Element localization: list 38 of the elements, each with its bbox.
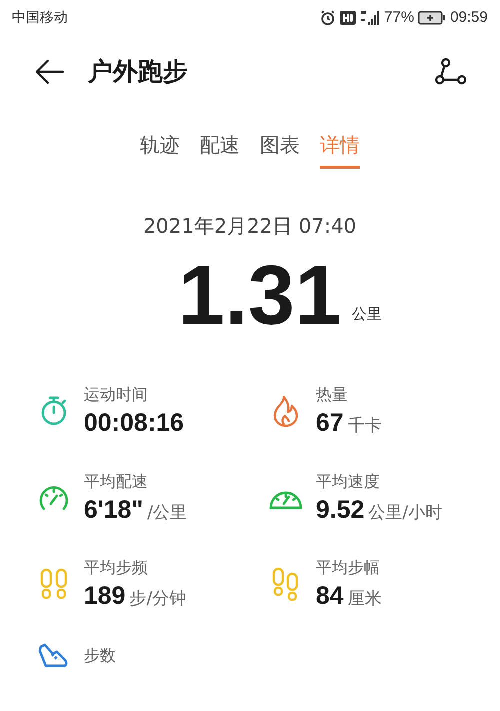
metric-value: 84 bbox=[316, 581, 344, 612]
battery-percentage: 77% bbox=[384, 8, 414, 28]
hd-icon bbox=[340, 11, 356, 25]
gauge-icon bbox=[38, 484, 70, 512]
distance-unit: 公里 bbox=[352, 304, 382, 324]
workout-date: 2021年2月22日 07:40 bbox=[143, 213, 357, 240]
flame-icon bbox=[272, 395, 300, 428]
page-title: 户外跑步 bbox=[88, 56, 188, 88]
metric-value: 189 bbox=[84, 581, 126, 612]
metric-value: 9.52 bbox=[316, 494, 365, 526]
metric-label: 平均步幅 bbox=[316, 557, 381, 579]
metric-unit: 千卡 bbox=[348, 415, 382, 438]
metric-unit: 公里/小时 bbox=[368, 502, 442, 524]
metric-unit: 步/分钟 bbox=[130, 588, 186, 611]
metric-label: 平均速度 bbox=[316, 470, 381, 492]
metric-unit: /公里 bbox=[148, 502, 188, 524]
tab[interactable]: 配速 bbox=[200, 130, 240, 169]
metric-label: 运动时间 bbox=[84, 384, 149, 406]
carrier-name: 中国移动 bbox=[12, 8, 68, 28]
metric-label: 热量 bbox=[316, 384, 349, 406]
metric-value: 67 bbox=[316, 408, 344, 439]
alarm-icon bbox=[320, 10, 336, 26]
metric-label: 步数 bbox=[84, 644, 116, 666]
metric-value: 00:08:16 bbox=[84, 408, 184, 440]
metric-label: 平均配速 bbox=[84, 470, 149, 492]
metric-unit: 厘米 bbox=[348, 588, 382, 611]
battery-charging-icon bbox=[418, 11, 446, 25]
metric-value: 6'18" bbox=[84, 494, 144, 526]
clock-time: 09:59 bbox=[450, 8, 488, 28]
metric-label: 平均步频 bbox=[84, 557, 149, 579]
signal-icon bbox=[360, 10, 380, 26]
shoe-icon bbox=[38, 642, 70, 668]
distance-value: 1.31 bbox=[178, 247, 342, 343]
tab[interactable]: 轨迹 bbox=[140, 130, 180, 169]
footprints-icon bbox=[40, 568, 68, 600]
footprints-icon bbox=[272, 567, 300, 602]
stopwatch-icon bbox=[40, 395, 68, 428]
tab[interactable]: 图表 bbox=[260, 130, 300, 169]
